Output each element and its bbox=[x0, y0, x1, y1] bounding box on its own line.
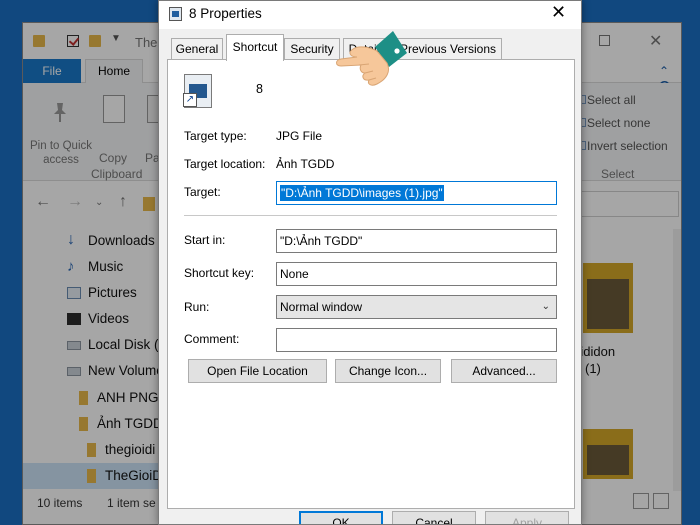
run-select[interactable]: Normal window ⌄ bbox=[276, 295, 557, 319]
chevron-down-icon: ⌄ bbox=[541, 301, 550, 312]
tab-general[interactable]: General bbox=[171, 38, 223, 60]
close-icon[interactable]: ✕ bbox=[551, 2, 566, 23]
target-field[interactable]: "D:\Ảnh TGDD\images (1).jpg" bbox=[276, 181, 557, 205]
start-in-field[interactable]: "D:\Ảnh TGDD" bbox=[276, 229, 557, 253]
apply-button[interactable]: Apply bbox=[485, 511, 569, 524]
target-type-label: Target type: bbox=[184, 129, 247, 143]
target-location-label: Target location: bbox=[184, 157, 266, 171]
shortcut-key-label: Shortcut key: bbox=[184, 266, 255, 280]
run-select-value: Normal window bbox=[280, 300, 363, 314]
target-location-value: Ảnh TGDD bbox=[276, 157, 335, 171]
shortcut-image-icon bbox=[183, 74, 212, 108]
properties-dialog: 8 Properties ✕ General Shortcut Security… bbox=[158, 0, 582, 525]
advanced-button[interactable]: Advanced... bbox=[451, 359, 557, 383]
comment-label: Comment: bbox=[184, 332, 240, 346]
pointing-hand-icon bbox=[336, 31, 407, 86]
run-label: Run: bbox=[184, 300, 210, 314]
tab-previous-versions[interactable]: Previous Versions bbox=[394, 38, 502, 60]
shortcut-key-field[interactable]: None bbox=[276, 262, 557, 286]
target-type-value: JPG File bbox=[276, 129, 323, 143]
shortcut-file-icon bbox=[169, 7, 182, 21]
start-in-label: Start in: bbox=[184, 233, 226, 247]
change-icon-button[interactable]: Change Icon... bbox=[335, 359, 441, 383]
dialog-title: 8 Properties bbox=[189, 6, 262, 21]
shortcut-tab-panel: 8 Target type: JPG File Target location:… bbox=[167, 59, 575, 509]
target-label: Target: bbox=[184, 185, 221, 199]
open-file-location-button[interactable]: Open File Location bbox=[188, 359, 327, 383]
shortcut-name: 8 bbox=[256, 82, 263, 96]
target-value: "D:\Ảnh TGDD\images (1).jpg" bbox=[280, 185, 444, 201]
comment-field[interactable] bbox=[276, 328, 557, 352]
tab-shortcut[interactable]: Shortcut bbox=[226, 34, 284, 61]
cancel-button[interactable]: Cancel bbox=[392, 511, 476, 524]
ok-button[interactable]: OK bbox=[299, 511, 383, 524]
separator bbox=[184, 215, 557, 216]
